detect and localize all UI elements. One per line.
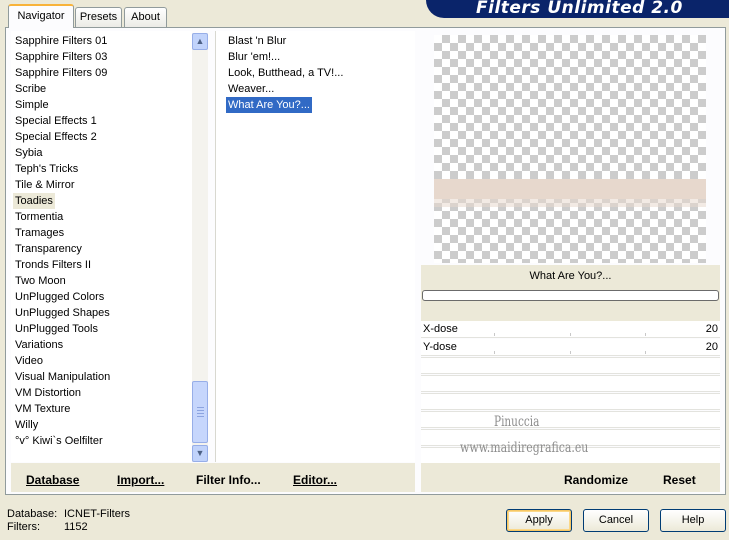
randomize-button[interactable]: Randomize	[564, 473, 628, 487]
category-item[interactable]: Willy	[13, 417, 40, 433]
param-slot-empty	[421, 393, 720, 410]
slider-tick	[570, 351, 571, 354]
app-title: Filters Unlimited 2.0	[426, 0, 729, 18]
category-item[interactable]: Scribe	[13, 81, 48, 97]
database-button[interactable]: Database	[26, 473, 79, 487]
category-item[interactable]: Special Effects 2	[13, 129, 99, 145]
category-item[interactable]: Simple	[13, 97, 51, 113]
scroll-up-icon[interactable]: ▲	[192, 33, 208, 50]
filter-info-label: Filter Info...	[196, 473, 261, 487]
filters-count-value: 1152	[64, 521, 88, 533]
import-button[interactable]: Import...	[117, 473, 164, 487]
tab-navigator[interactable]: Navigator	[8, 4, 74, 28]
category-item[interactable]: VM Texture	[13, 401, 72, 417]
preview-canvas	[434, 35, 706, 263]
category-item[interactable]: UnPlugged Colors	[13, 289, 106, 305]
grip-line	[197, 410, 204, 411]
slider-tick	[494, 351, 495, 354]
slider-tick	[494, 333, 495, 336]
category-item[interactable]: °v° Kiwi`s Oelfilter	[13, 433, 105, 449]
category-item[interactable]: Transparency	[13, 241, 84, 257]
category-item[interactable]: Toadies	[13, 193, 55, 209]
database-status-label: Database:	[7, 508, 58, 520]
category-item[interactable]: Sapphire Filters 01	[13, 33, 109, 49]
category-item[interactable]: UnPlugged Shapes	[13, 305, 112, 321]
param-value: 20	[705, 341, 718, 353]
filter-item[interactable]: Blur 'em!...	[226, 49, 282, 65]
category-list[interactable]: Sapphire Filters 01 Sapphire Filters 03 Sa…	[11, 31, 192, 462]
filter-item[interactable]: Blast 'n Blur	[226, 33, 288, 49]
param-label: Y-dose	[423, 341, 457, 353]
selected-filter-name: What Are You?...	[529, 270, 612, 282]
param-slot-empty	[421, 357, 720, 374]
help-button[interactable]: Help	[660, 509, 726, 532]
category-scrollbar[interactable]: ▲ ▼	[192, 33, 208, 462]
grip-line	[197, 416, 204, 417]
filter-info-button[interactable]: Filter Info...	[196, 473, 261, 487]
grip-line	[197, 413, 204, 414]
category-item[interactable]: Special Effects 1	[13, 113, 99, 129]
scroll-thumb[interactable]	[192, 381, 208, 443]
import-label: Import...	[117, 473, 165, 487]
editor-button[interactable]: Editor...	[293, 473, 337, 487]
tab-presets-label: Presets	[79, 11, 118, 23]
slider-tick	[645, 333, 646, 336]
progress-bar	[422, 290, 719, 301]
category-item[interactable]: Two Moon	[13, 273, 68, 289]
slider-tick	[645, 351, 646, 354]
filter-item[interactable]: Weaver...	[226, 81, 276, 97]
param-slot-empty	[421, 375, 720, 392]
tab-navigator-label: Navigator	[17, 10, 65, 22]
reset-label: Reset	[663, 473, 696, 487]
param-y-dose[interactable]: Y-dose 20	[421, 339, 720, 356]
apply-button[interactable]: Apply	[506, 509, 572, 532]
param-value: 20	[705, 323, 718, 335]
param-slot-empty	[421, 411, 720, 428]
category-item[interactable]: Sapphire Filters 03	[13, 49, 109, 65]
editor-label: Editor...	[293, 473, 338, 487]
slider-tick	[570, 333, 571, 336]
category-item[interactable]: Variations	[13, 337, 65, 353]
category-item[interactable]: Tronds Filters II	[13, 257, 93, 273]
category-item[interactable]: Tramages	[13, 225, 66, 241]
scroll-down-icon[interactable]: ▼	[192, 445, 208, 462]
preview-band	[434, 179, 706, 199]
category-item[interactable]: Sapphire Filters 09	[13, 65, 109, 81]
database-status-value: ICNET-Filters	[64, 508, 130, 520]
filter-item[interactable]: What Are You?...	[226, 97, 312, 113]
filter-list[interactable]: Blast 'n Blur Blur 'em!... Look, Butthead,…	[215, 31, 415, 462]
filters-count-label: Filters:	[7, 521, 40, 533]
cancel-button[interactable]: Cancel	[583, 509, 649, 532]
watermark-url: www.maidiregrafica.eu	[460, 440, 589, 456]
watermark-name: Pinuccia	[494, 414, 540, 430]
category-item[interactable]: Video	[13, 353, 45, 369]
tab-presets[interactable]: Presets	[75, 7, 122, 27]
database-label: Database	[26, 473, 80, 487]
tab-about[interactable]: About	[124, 7, 167, 27]
category-item[interactable]: Sybia	[13, 145, 45, 161]
param-label: X-dose	[423, 323, 458, 335]
category-item[interactable]: Teph's Tricks	[13, 161, 80, 177]
category-item[interactable]: VM Distortion	[13, 385, 83, 401]
category-item[interactable]: Tormentia	[13, 209, 65, 225]
tab-about-label: About	[131, 11, 160, 23]
preview-band-fade	[434, 199, 706, 207]
reset-button[interactable]: Reset	[663, 473, 696, 487]
category-item[interactable]: Tile & Mirror	[13, 177, 76, 193]
filter-item[interactable]: Look, Butthead, a TV!...	[226, 65, 345, 81]
category-item[interactable]: UnPlugged Tools	[13, 321, 100, 337]
grip-line	[197, 407, 204, 408]
randomize-label: Randomize	[564, 473, 629, 487]
param-x-dose[interactable]: X-dose 20	[421, 321, 720, 338]
category-item[interactable]: Visual Manipulation	[13, 369, 112, 385]
